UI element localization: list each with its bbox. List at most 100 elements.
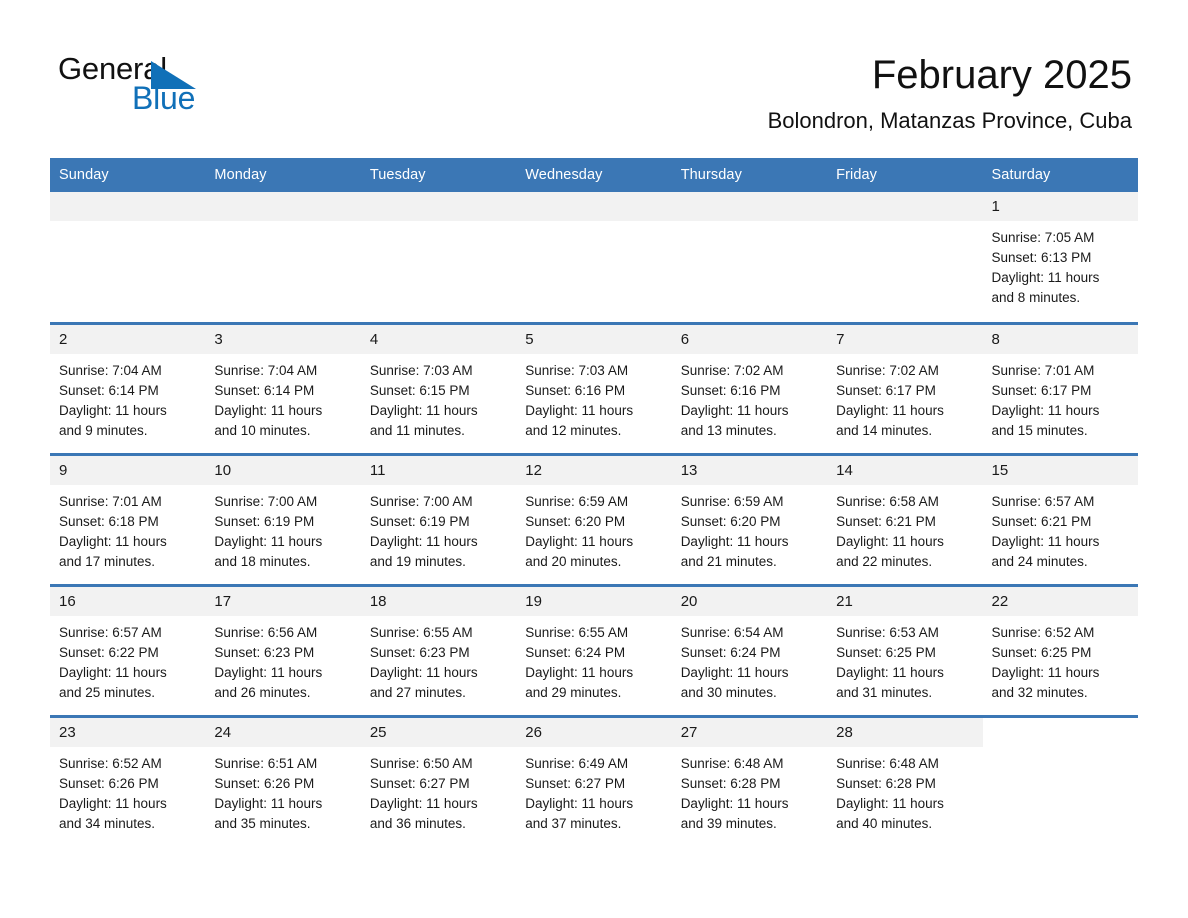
day-cell[interactable]: 22 Sunrise: 6:52 AM Sunset: 6:25 PM Dayl… [982,583,1138,716]
day-cell[interactable] [827,192,983,323]
daylight-text-line1: Daylight: 11 hours [680,533,789,549]
day-details: Sunrise: 6:57 AM Sunset: 6:22 PM Dayligh… [50,616,205,703]
day-cell[interactable] [205,192,361,323]
day-cell[interactable]: 11 Sunrise: 7:00 AM Sunset: 6:19 PM Dayl… [360,452,517,585]
page-header: General Blue February 2025 Bolondron, Ma… [0,0,1188,158]
day-cell[interactable]: 26 Sunrise: 6:49 AM Sunset: 6:27 PM Dayl… [516,714,672,847]
daylight-text-line1: Daylight: 11 hours [369,402,478,418]
sunrise-text: Sunrise: 6:57 AM [991,493,1095,509]
day-cell[interactable]: 8 Sunrise: 7:01 AM Sunset: 6:17 PM Dayli… [982,321,1138,454]
sunrise-text: Sunrise: 7:02 AM [680,362,784,378]
day-details: Sunrise: 7:03 AM Sunset: 6:15 PM Dayligh… [361,354,516,441]
daylight-text-line1: Daylight: 11 hours [214,664,323,680]
day-cell[interactable]: 14 Sunrise: 6:58 AM Sunset: 6:21 PM Dayl… [827,452,983,585]
day-cell[interactable]: 18 Sunrise: 6:55 AM Sunset: 6:23 PM Dayl… [360,583,517,716]
daylight-text-line1: Daylight: 11 hours [525,795,634,811]
day-number: 13 [671,455,828,485]
day-details: Sunrise: 6:48 AM Sunset: 6:28 PM Dayligh… [672,747,827,834]
day-cell[interactable]: 21 Sunrise: 6:53 AM Sunset: 6:25 PM Dayl… [827,583,983,716]
daylight-text-line1: Daylight: 11 hours [991,533,1100,549]
day-cell[interactable]: 10 Sunrise: 7:00 AM Sunset: 6:19 PM Dayl… [205,452,361,585]
day-cell[interactable]: 24 Sunrise: 6:51 AM Sunset: 6:26 PM Dayl… [205,714,361,847]
sunset-text: Sunset: 6:20 PM [680,513,781,529]
sunrise-text: Sunrise: 7:04 AM [214,362,318,378]
sunset-text: Sunset: 6:23 PM [214,644,315,660]
day-details: Sunrise: 7:02 AM Sunset: 6:16 PM Dayligh… [672,354,827,441]
sunset-text: Sunset: 6:19 PM [369,513,470,529]
day-cell[interactable]: 25 Sunrise: 6:50 AM Sunset: 6:27 PM Dayl… [360,714,517,847]
weekday-header-friday: Friday [827,158,983,192]
daylight-text-line2: and 31 minutes. [836,684,933,700]
day-details: Sunrise: 6:57 AM Sunset: 6:21 PM Dayligh… [983,485,1138,572]
day-cell[interactable]: 15 Sunrise: 6:57 AM Sunset: 6:21 PM Dayl… [982,452,1138,585]
day-cell[interactable]: 7 Sunrise: 7:02 AM Sunset: 6:17 PM Dayli… [827,321,983,454]
day-details [205,221,360,228]
day-cell[interactable]: 3 Sunrise: 7:04 AM Sunset: 6:14 PM Dayli… [205,321,361,454]
day-cell[interactable] [50,192,206,323]
day-cell[interactable]: 2 Sunrise: 7:04 AM Sunset: 6:14 PM Dayli… [50,321,206,454]
sunset-text: Sunset: 6:17 PM [991,382,1092,398]
day-cell[interactable]: 17 Sunrise: 6:56 AM Sunset: 6:23 PM Dayl… [205,583,361,716]
day-cell[interactable]: 23 Sunrise: 6:52 AM Sunset: 6:26 PM Dayl… [50,714,206,847]
day-cell[interactable]: 27 Sunrise: 6:48 AM Sunset: 6:28 PM Dayl… [671,714,828,847]
weekday-header-saturday: Saturday [982,158,1138,192]
day-cell[interactable]: 9 Sunrise: 7:01 AM Sunset: 6:18 PM Dayli… [50,452,206,585]
daylight-text-line2: and 18 minutes. [214,553,311,569]
day-details: Sunrise: 6:59 AM Sunset: 6:20 PM Dayligh… [672,485,827,572]
day-cell[interactable]: 28 Sunrise: 6:48 AM Sunset: 6:28 PM Dayl… [827,714,983,847]
day-details [672,221,827,228]
sunset-text: Sunset: 6:20 PM [525,513,626,529]
day-number: 25 [360,717,517,747]
daylight-text-line1: Daylight: 11 hours [369,795,478,811]
day-details [361,221,516,228]
day-details: Sunrise: 6:56 AM Sunset: 6:23 PM Dayligh… [205,616,360,703]
daylight-text-line2: and 40 minutes. [836,815,933,831]
day-cell[interactable]: 20 Sunrise: 6:54 AM Sunset: 6:24 PM Dayl… [671,583,828,716]
daylight-text-line2: and 12 minutes. [525,422,622,438]
sunrise-text: Sunrise: 7:00 AM [214,493,318,509]
sunset-text: Sunset: 6:18 PM [59,513,159,529]
day-number: 24 [205,717,361,747]
daylight-text-line1: Daylight: 11 hours [369,533,478,549]
day-cell[interactable]: 6 Sunrise: 7:02 AM Sunset: 6:16 PM Dayli… [671,321,828,454]
day-cell[interactable]: 13 Sunrise: 6:59 AM Sunset: 6:20 PM Dayl… [671,452,828,585]
generalblue-logo[interactable]: General Blue [58,52,258,124]
page-title: February 2025 [871,53,1132,97]
day-number: 21 [827,586,983,616]
day-number [50,192,206,221]
daylight-text-line2: and 30 minutes. [680,684,777,700]
calendar-week-row: 16 Sunrise: 6:57 AM Sunset: 6:22 PM Dayl… [50,583,1138,716]
day-cell[interactable] [982,714,1138,847]
day-number: 17 [205,586,361,616]
daylight-text-line1: Daylight: 11 hours [836,533,944,549]
sunrise-text: Sunrise: 6:50 AM [369,755,473,771]
daylight-text-line1: Daylight: 11 hours [59,402,167,418]
day-details: Sunrise: 7:04 AM Sunset: 6:14 PM Dayligh… [205,354,360,441]
daylight-text-line2: and 27 minutes. [369,684,466,700]
daylight-text-line1: Daylight: 11 hours [680,664,789,680]
sunrise-text: Sunrise: 6:49 AM [525,755,629,771]
day-cell[interactable]: 4 Sunrise: 7:03 AM Sunset: 6:15 PM Dayli… [360,321,517,454]
day-details: Sunrise: 6:48 AM Sunset: 6:28 PM Dayligh… [827,747,982,834]
sunset-text: Sunset: 6:24 PM [680,644,781,660]
day-cell[interactable]: 16 Sunrise: 6:57 AM Sunset: 6:22 PM Dayl… [50,583,206,716]
day-cell[interactable]: 1 Sunrise: 7:05 AM Sunset: 6:13 PM Dayli… [982,192,1138,323]
day-number: 28 [827,717,983,747]
sunrise-text: Sunrise: 6:48 AM [836,755,939,771]
sunset-text: Sunset: 6:14 PM [214,382,315,398]
daylight-text-line2: and 10 minutes. [214,422,311,438]
daylight-text-line2: and 11 minutes. [369,422,465,438]
day-number: 20 [671,586,828,616]
day-cell[interactable]: 19 Sunrise: 6:55 AM Sunset: 6:24 PM Dayl… [516,583,672,716]
day-number: 12 [516,455,672,485]
day-cell[interactable] [671,192,828,323]
sunset-text: Sunset: 6:25 PM [836,644,936,660]
day-details: Sunrise: 6:52 AM Sunset: 6:25 PM Dayligh… [983,616,1138,703]
day-cell[interactable]: 5 Sunrise: 7:03 AM Sunset: 6:16 PM Dayli… [516,321,672,454]
day-cell[interactable]: 12 Sunrise: 6:59 AM Sunset: 6:20 PM Dayl… [516,452,672,585]
day-number [205,192,361,221]
day-cell[interactable] [516,192,672,323]
day-number [671,192,828,221]
day-cell[interactable] [360,192,517,323]
daylight-text-line2: and 37 minutes. [525,815,622,831]
